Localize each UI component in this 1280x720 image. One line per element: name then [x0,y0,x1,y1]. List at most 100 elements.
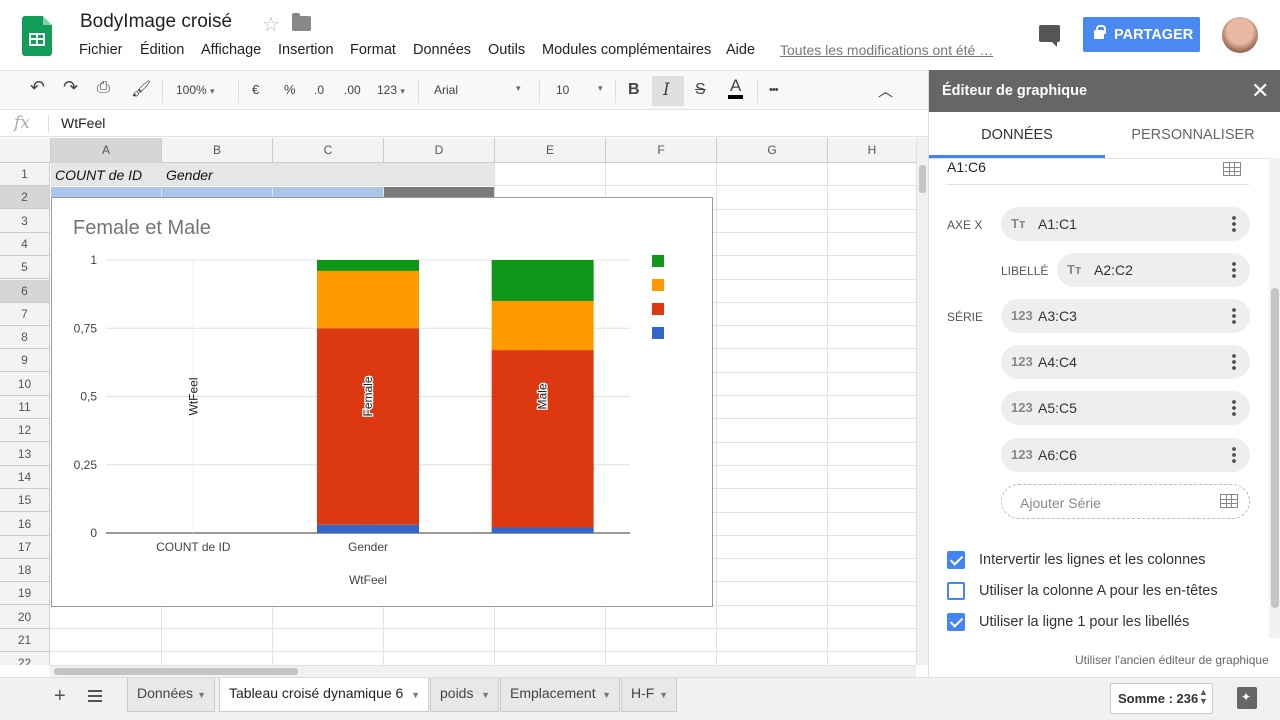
row-header-15[interactable]: 15 [0,489,49,513]
column-header-a[interactable]: A [51,138,162,163]
row-header-13[interactable]: 13 [0,443,49,466]
font-size-select[interactable]: 10 ▾ [556,83,608,97]
old-editor-link[interactable]: Utiliser l'ancien éditeur de graphique [1075,653,1269,667]
row-header-10[interactable]: 10 [0,373,49,396]
save-status-link[interactable]: Toutes les modifications ont été … [780,42,993,58]
row-header-6[interactable]: 6 [0,279,49,303]
print-icon[interactable]: ⎙ [97,79,110,97]
column-header-g[interactable]: G [717,138,828,163]
checkbox-row-1-labels[interactable] [947,613,965,631]
sheet-tab-emplacement[interactable]: Emplacement ▼ [500,678,620,712]
folder-icon[interactable] [292,13,311,31]
row-header-19[interactable]: 19 [0,582,49,606]
more-vert-icon[interactable] [1232,261,1236,279]
column-header-d[interactable]: D [384,138,495,163]
more-vert-icon[interactable] [1232,215,1236,233]
add-sheet-icon[interactable]: + [54,685,66,708]
redo-icon[interactable]: ↷ [63,77,78,98]
panel-scrollbar[interactable] [1269,158,1280,638]
row-header-2[interactable]: 2 [0,186,49,210]
row-header-1[interactable]: 1 [0,163,49,186]
paint-format-icon[interactable]: 🖌 [131,79,151,99]
tab-donnees[interactable]: DONNÉES [929,112,1105,158]
column-header-c[interactable]: C [273,138,384,163]
row-header-16[interactable]: 16 [0,513,49,536]
row-header-21[interactable]: 21 [0,629,49,652]
add-series-input[interactable]: Ajouter Série [1001,484,1250,519]
menu-aide[interactable]: Aide [726,42,755,58]
increase-decimals-button[interactable]: .00 [344,83,361,97]
row-header-20[interactable]: 20 [0,606,49,629]
row-header-4[interactable]: 4 [0,233,49,256]
sheets-logo-icon[interactable] [22,16,52,56]
menu-format[interactable]: Format [350,42,396,58]
column-header-h[interactable]: H [828,138,916,163]
column-header-b[interactable]: B [162,138,273,163]
menu-donnees[interactable]: Données [413,42,471,58]
sheet-tab-h-f[interactable]: H-F ▼ [621,678,677,712]
more-vert-icon[interactable] [1232,399,1236,417]
row-header-8[interactable]: 8 [0,326,49,350]
sum-select[interactable]: Somme : 236 ▲ ▼ [1110,683,1213,714]
comments-icon[interactable] [1039,25,1060,47]
series-chip[interactable]: 123 A6:C6 [1001,438,1250,472]
row-header-5[interactable]: 5 [0,256,49,280]
menu-edition[interactable]: Édition [140,42,184,58]
series-chip[interactable]: 123 A5:C5 [1001,391,1250,425]
range-grid-icon[interactable] [1220,494,1238,508]
chart[interactable]: Female et Male 0 0,25 0,5 0,75 1 WtFeel COUNT … [51,197,713,607]
menu-affichage[interactable]: Affichage [201,42,261,58]
series-chip[interactable]: 123 A3:C3 [1001,299,1250,333]
checkbox-switch-rows-cols[interactable] [947,551,965,569]
row-header-17[interactable]: 17 [0,536,49,559]
avatar[interactable] [1222,17,1258,53]
document-title[interactable]: BodyImage croisé [80,11,232,33]
more-vert-icon[interactable] [1232,446,1236,464]
bold-button[interactable]: B [628,81,640,99]
menu-fichier[interactable]: Fichier [79,42,123,58]
cell-a1[interactable]: COUNT de ID [55,167,142,183]
row-header-14[interactable]: 14 [0,466,49,489]
row-header-11[interactable]: 11 [0,396,49,419]
row-header-9[interactable]: 9 [0,349,49,373]
text-color-button[interactable]: A [728,77,744,99]
close-icon[interactable]: ✕ [1251,78,1269,104]
row-header-12[interactable]: 12 [0,419,49,443]
sheet-tab-donnees[interactable]: Données ▼ [127,678,215,712]
vertical-scrollbar[interactable] [916,138,928,665]
data-range-input[interactable]: A1:C6 [947,159,986,175]
decrease-decimals-button[interactable]: .0 [314,83,324,97]
row-header-7[interactable]: 7 [0,303,49,326]
row-header-18[interactable]: 18 [0,559,49,583]
range-grid-icon[interactable] [1223,162,1241,176]
font-select[interactable]: Arial ▾ [434,83,524,97]
more-icon[interactable]: ••• [769,84,779,96]
sheet-tab-poids[interactable]: poids ▼ [430,678,499,712]
undo-icon[interactable]: ↶ [30,77,45,98]
column-header-f[interactable]: F [606,138,717,163]
menu-outils[interactable]: Outils [488,42,525,58]
star-icon[interactable]: ☆ [262,12,280,37]
sheet-tab-tableau-croise[interactable]: Tableau croisé dynamique 6 ▼ [219,678,429,712]
percent-button[interactable]: % [284,82,296,97]
formula-input[interactable]: WtFeel [61,115,105,131]
explore-icon[interactable] [1237,687,1257,709]
share-button[interactable]: PARTAGER [1083,17,1200,52]
strikethrough-button[interactable]: S [695,81,706,99]
collapse-toolbar-icon[interactable]: ︿ [878,80,893,101]
horizontal-scrollbar[interactable] [50,665,916,677]
checkbox-column-a-headers[interactable] [947,582,965,600]
label-chip[interactable]: Tт A2:C2 [1057,253,1250,287]
row-header-3[interactable]: 3 [0,210,49,233]
tab-personnaliser[interactable]: PERSONNALISER [1105,112,1280,158]
more-vert-icon[interactable] [1232,307,1236,325]
column-header-e[interactable]: E [495,138,606,163]
menu-insertion[interactable]: Insertion [278,42,334,58]
all-sheets-icon[interactable] [88,690,102,702]
more-vert-icon[interactable] [1232,353,1236,371]
currency-button[interactable]: € [252,82,259,97]
zoom-select[interactable]: 100% ▾ [176,83,215,97]
menu-modules[interactable]: Modules complémentaires [542,42,711,58]
series-chip[interactable]: 123 A4:C4 [1001,345,1250,379]
axis-x-chip[interactable]: Tт A1:C1 [1001,207,1250,241]
